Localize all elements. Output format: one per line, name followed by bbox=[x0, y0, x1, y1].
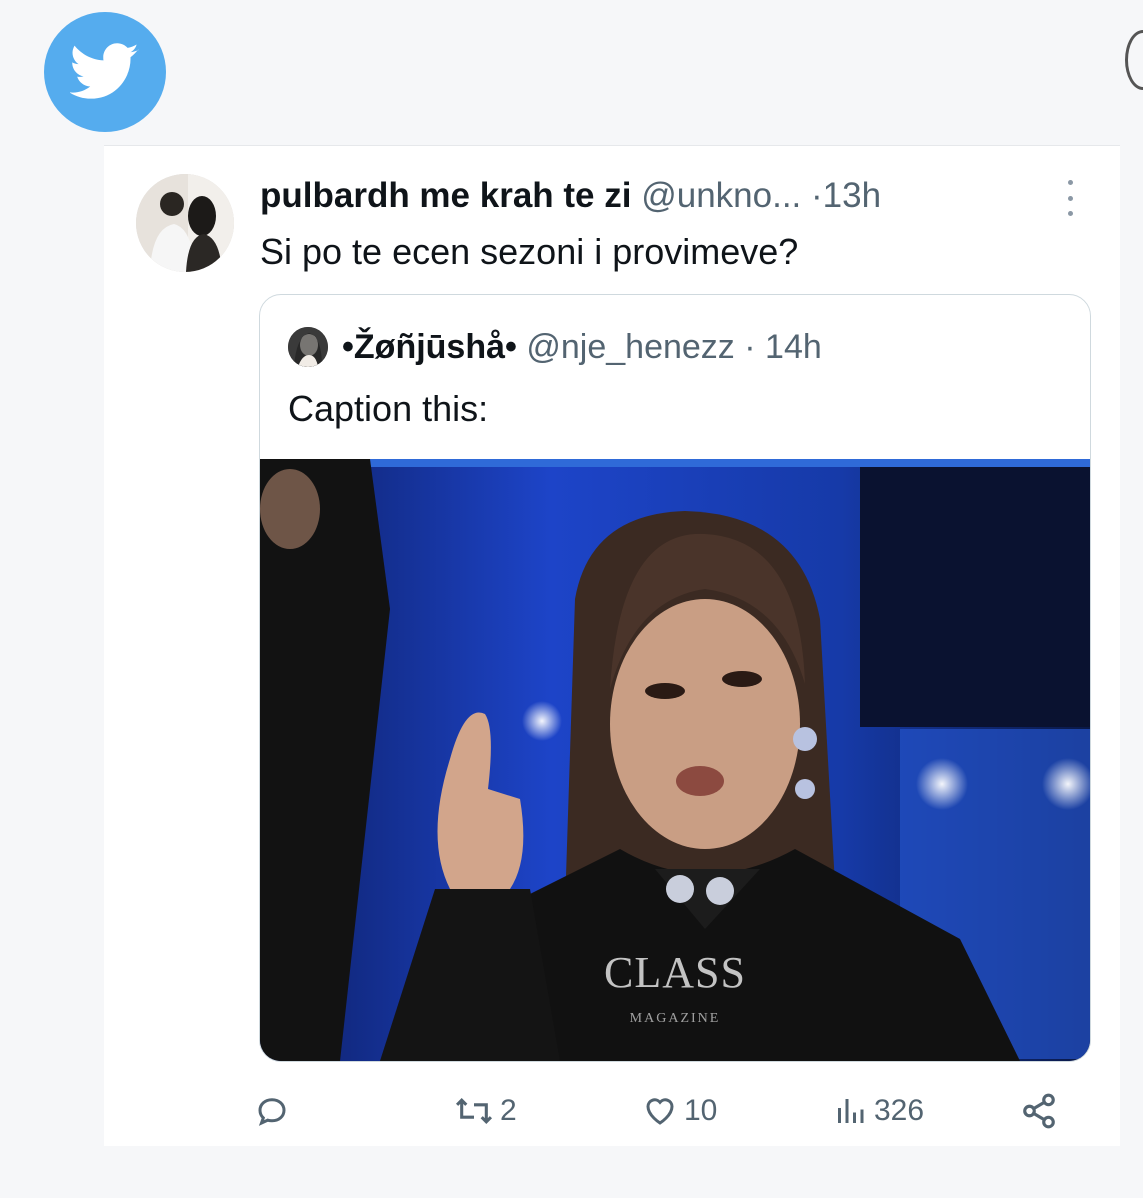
retweet-button[interactable]: 2 bbox=[454, 1089, 517, 1133]
reply-icon bbox=[258, 1098, 286, 1126]
avatar[interactable] bbox=[136, 174, 234, 272]
retweet-count: 2 bbox=[500, 1094, 517, 1127]
edge-partial-icon bbox=[1125, 30, 1143, 90]
avatar-photo bbox=[136, 174, 234, 272]
quote-time-separator: · bbox=[744, 328, 756, 366]
tweet-text: Si po te ecen sezoni i provimeve? bbox=[260, 231, 799, 272]
quote-avatar bbox=[288, 327, 328, 367]
action-bar: 2 10 326 bbox=[254, 1089, 1064, 1133]
reply-button[interactable] bbox=[254, 1089, 296, 1133]
tweet-time[interactable]: 13h bbox=[823, 176, 881, 215]
tweet-header: pulbardh me krah te zi @unkno... ·13h bbox=[260, 176, 881, 216]
quote-display-name[interactable]: •Žøñjūshå• bbox=[342, 328, 517, 366]
like-count: 10 bbox=[684, 1094, 718, 1127]
like-button[interactable]: 10 bbox=[642, 1089, 717, 1133]
watermark-magazine: MAGAZINE bbox=[629, 1011, 721, 1026]
quote-time[interactable]: 14h bbox=[765, 328, 822, 366]
watermark-class: CLASS bbox=[604, 948, 746, 997]
quote-text: Caption this: bbox=[288, 388, 489, 429]
retweet-icon bbox=[455, 1098, 493, 1124]
quoted-tweet[interactable]: •Žøñjūshå• @nje_henezz · 14h Caption thi… bbox=[259, 294, 1091, 1062]
heart-icon bbox=[646, 1098, 674, 1125]
quote-user-handle[interactable]: @nje_henezz bbox=[526, 328, 734, 366]
user-handle[interactable]: @unkno... bbox=[641, 176, 801, 215]
tweet-card[interactable]: pulbardh me krah te zi @unkno... ·13h Si… bbox=[104, 145, 1120, 1146]
views-button[interactable]: 326 bbox=[832, 1089, 924, 1133]
quote-avatar-photo bbox=[288, 327, 328, 367]
more-vertical-icon[interactable] bbox=[1060, 180, 1080, 216]
views-count: 326 bbox=[874, 1094, 925, 1127]
time-separator: · bbox=[811, 176, 823, 215]
twitter-bird-icon bbox=[70, 43, 139, 99]
share-button[interactable] bbox=[1020, 1089, 1058, 1133]
media-image[interactable]: CLASS MAGAZINE bbox=[260, 459, 1090, 1061]
views-icon bbox=[838, 1099, 864, 1123]
quote-header: •Žøñjūshå• @nje_henezz · 14h bbox=[342, 327, 822, 367]
twitter-logo bbox=[44, 12, 166, 132]
share-icon bbox=[1023, 1093, 1055, 1129]
display-name[interactable]: pulbardh me krah te zi bbox=[260, 176, 631, 215]
